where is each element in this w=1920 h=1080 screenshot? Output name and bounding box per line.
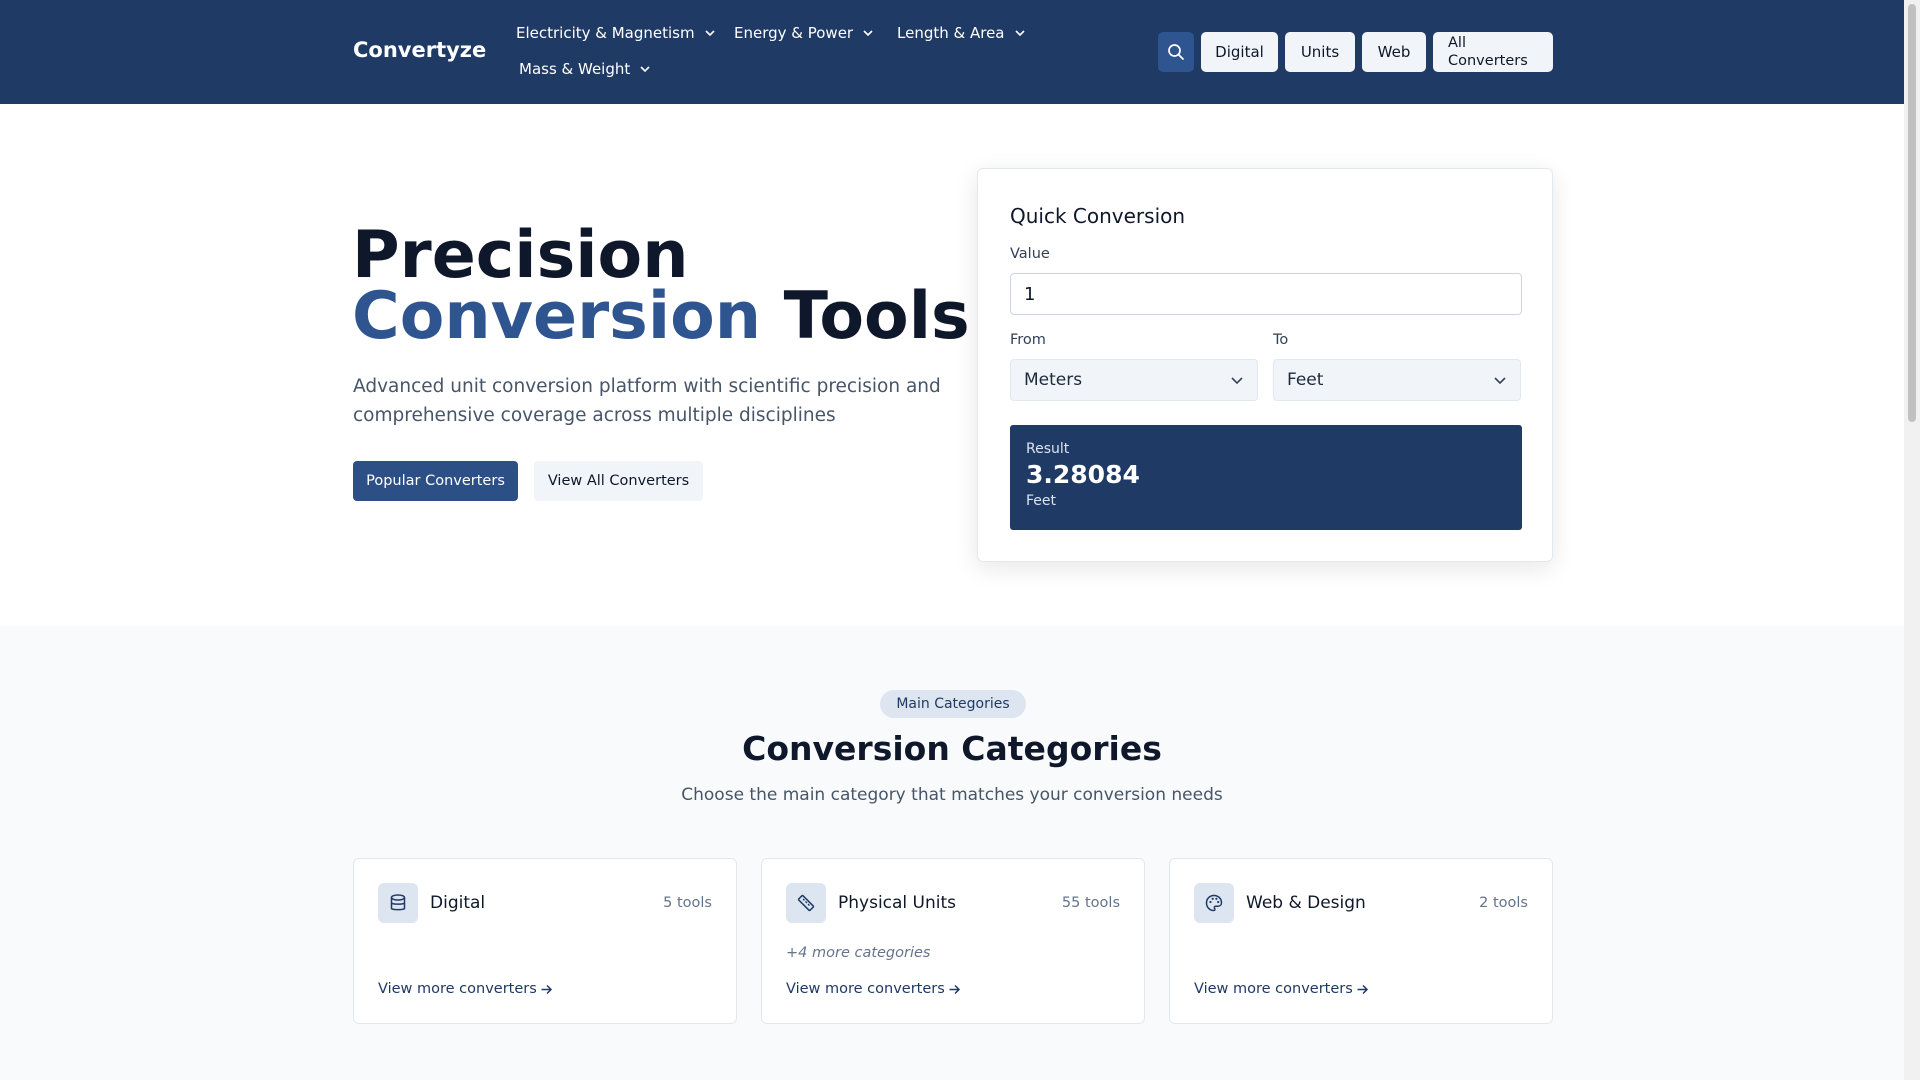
nav-energy-power[interactable]: Energy & Power — [734, 24, 875, 42]
chevron-down-icon — [863, 30, 873, 37]
link-label: View more converters — [1194, 981, 1353, 997]
category-card-web-design[interactable]: Web & Design 2 tools View more converter… — [1169, 858, 1553, 1024]
category-name: Web & Design — [1246, 893, 1366, 913]
all-converters-line2: Converters — [1448, 53, 1528, 69]
category-tool-count: 55 tools — [1061, 895, 1120, 911]
nav-label: Length & Area — [897, 24, 1005, 42]
all-converters-button[interactable]: All Converters — [1433, 32, 1553, 72]
category-tool-count: 5 tools — [663, 895, 712, 911]
chevron-down-icon — [1494, 377, 1506, 385]
to-unit-value: Feet — [1287, 370, 1324, 390]
view-more-converters-link[interactable]: View more converters — [786, 981, 961, 997]
category-card-physical-units[interactable]: Physical Units 55 tools +4 more categori… — [761, 858, 1145, 1024]
units-button[interactable]: Units — [1285, 32, 1355, 72]
main-categories-badge: Main Categories — [880, 690, 1026, 718]
view-more-converters-link[interactable]: View more converters — [1194, 981, 1369, 997]
site-logo[interactable]: Convertyze — [353, 38, 486, 62]
from-unit-select[interactable]: Meters — [1010, 359, 1258, 401]
result-label: Result — [1026, 441, 1070, 457]
chevron-down-icon — [640, 66, 650, 73]
view-more-converters-link[interactable]: View more converters — [378, 981, 553, 997]
scrollbar-thumb[interactable] — [1908, 4, 1916, 422]
more-categories-text: +4 more categories — [786, 945, 931, 961]
result-panel: Result 3.28084 Feet — [1010, 425, 1522, 530]
web-button[interactable]: Web — [1362, 32, 1426, 72]
categories-title: Conversion Categories — [742, 729, 1162, 768]
category-name: Physical Units — [838, 893, 957, 913]
categories-subtitle: Choose the main category that matches yo… — [681, 785, 1223, 805]
nav-label: Electricity & Magnetism — [516, 24, 695, 42]
result-unit: Feet — [1026, 493, 1057, 509]
arrow-right-icon — [541, 984, 552, 994]
to-unit-select[interactable]: Feet — [1273, 359, 1521, 401]
search-icon — [1168, 44, 1184, 60]
value-label: Value — [1010, 246, 1050, 262]
nav-label: Energy & Power — [734, 24, 854, 42]
hero-title: Precision Conversion Tools — [352, 218, 970, 349]
quick-conversion-card: Quick Conversion Value 1 From To Meters … — [977, 168, 1553, 562]
quick-conversion-title: Quick Conversion — [1010, 204, 1186, 228]
category-card-digital[interactable]: Digital 5 tools View more converters — [353, 858, 737, 1024]
popular-converters-button[interactable]: Popular Converters — [353, 461, 518, 501]
page-scrollbar[interactable] — [1904, 0, 1920, 1080]
value-input[interactable]: 1 — [1010, 273, 1522, 315]
database-icon — [378, 883, 418, 923]
nav-mass-weight[interactable]: Mass & Weight — [519, 60, 652, 78]
from-label: From — [1010, 332, 1046, 348]
chevron-down-icon — [1231, 377, 1243, 385]
search-button[interactable] — [1158, 32, 1194, 72]
nav-electricity-magnetism[interactable]: Electricity & Magnetism — [516, 24, 717, 42]
palette-icon — [1194, 883, 1234, 923]
nav-label: Mass & Weight — [519, 60, 631, 78]
hero-title-accent: Conversion — [352, 279, 762, 354]
arrow-right-icon — [949, 984, 960, 994]
arrow-right-icon — [1357, 984, 1368, 994]
all-converters-line1: All — [1448, 35, 1466, 51]
hero-title-line1: Precision — [352, 218, 689, 293]
category-tool-count: 2 tools — [1479, 895, 1528, 911]
digital-button[interactable]: Digital — [1201, 32, 1278, 72]
to-label: To — [1273, 332, 1289, 348]
link-label: View more converters — [786, 981, 945, 997]
value-input-text: 1 — [1024, 283, 1036, 305]
from-unit-value: Meters — [1024, 370, 1083, 390]
link-label: View more converters — [378, 981, 537, 997]
result-value: 3.28084 — [1026, 460, 1140, 489]
ruler-icon — [786, 883, 826, 923]
hero-title-rest: Tools — [761, 279, 970, 354]
nav-length-area[interactable]: Length & Area — [897, 24, 1027, 42]
view-all-converters-button[interactable]: View All Converters — [534, 461, 703, 501]
chevron-down-icon — [1014, 30, 1025, 37]
category-name: Digital — [430, 893, 486, 913]
top-navbar: Convertyze Electricity & Magnetism Energ… — [0, 0, 1904, 104]
chevron-down-icon — [705, 30, 715, 37]
hero-subtitle: Advanced unit conversion platform with s… — [353, 376, 941, 426]
